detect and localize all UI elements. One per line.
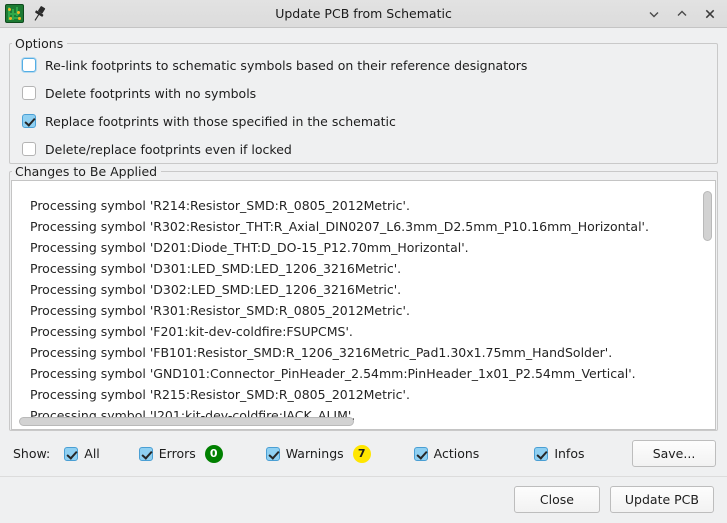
title-bar: Update PCB from Schematic <box>0 0 727 28</box>
update-pcb-dialog: Update PCB from Schematic Options Re-lin… <box>0 0 727 523</box>
option-label: Re-link footprints to schematic symbols … <box>45 57 528 73</box>
title-bar-left-icons <box>5 4 47 23</box>
options-group: Options Re-link footprints to schematic … <box>9 36 718 164</box>
log-line: Processing symbol 'R214:Resistor_SMD:R_0… <box>30 198 410 213</box>
filter-label: All <box>84 446 100 461</box>
checkbox-filter-all[interactable] <box>64 446 79 461</box>
filter-label: Actions <box>433 446 480 461</box>
changes-group-legend: Changes to Be Applied <box>15 164 158 179</box>
checkbox-replace-footprints[interactable] <box>22 114 36 128</box>
log-horizontal-scrollbar-thumb[interactable] <box>19 417 354 426</box>
log-line: Processing symbol 'D201:Diode_THT:D_DO-1… <box>30 240 469 255</box>
filter-warnings[interactable]: Warnings 7 <box>265 444 371 463</box>
update-pcb-button[interactable]: Update PCB <box>609 486 714 513</box>
changes-log-text: Processing symbol 'R214:Resistor_SMD:R_0… <box>12 181 715 426</box>
filter-bar: Show: All Errors 0 Warnings 7 Actions In… <box>9 431 718 467</box>
checkbox-filter-actions[interactable] <box>413 446 428 461</box>
option-label: Delete footprints with no symbols <box>45 85 257 101</box>
log-line: Processing symbol 'GND101:Connector_PinH… <box>30 366 636 381</box>
checkbox-delete-replace-locked[interactable] <box>22 142 36 156</box>
log-line: Processing symbol 'FB101:Resistor_SMD:R_… <box>30 345 613 360</box>
warnings-count-badge: 7 <box>352 444 371 463</box>
window-controls <box>641 2 723 26</box>
pcb-board-icon <box>5 4 24 23</box>
option-delete-footprints-no-symbols[interactable]: Delete footprints with no symbols <box>10 79 717 107</box>
option-label: Delete/replace footprints even if locked <box>45 141 292 157</box>
minimize-button[interactable] <box>641 2 667 26</box>
log-line: Processing symbol 'D301:LED_SMD:LED_1206… <box>30 261 402 276</box>
save-button[interactable]: Save... <box>632 440 716 467</box>
checkbox-filter-warnings[interactable] <box>265 446 280 461</box>
pushpin-icon[interactable] <box>31 5 47 23</box>
option-relink-footprints[interactable]: Re-link footprints to schematic symbols … <box>10 51 717 79</box>
checkbox-filter-infos[interactable] <box>534 446 549 461</box>
checkbox-filter-errors[interactable] <box>138 446 153 461</box>
log-horizontal-scrollbar[interactable] <box>19 417 693 426</box>
filter-label: Warnings <box>285 446 344 461</box>
checkbox-delete-footprints-no-symbols[interactable] <box>22 86 36 100</box>
dialog-footer: Close Update PCB <box>0 476 727 523</box>
close-button-footer[interactable]: Close <box>513 486 600 513</box>
options-group-legend: Options <box>15 36 64 51</box>
errors-count-badge: 0 <box>204 444 223 463</box>
checkbox-relink-footprints[interactable] <box>22 58 36 72</box>
log-line: Processing symbol 'R301:Resistor_SMD:R_0… <box>30 303 410 318</box>
close-button[interactable] <box>697 2 723 26</box>
maximize-button[interactable] <box>669 2 695 26</box>
option-label: Replace footprints with those specified … <box>45 113 396 129</box>
filter-actions[interactable]: Actions <box>413 446 480 461</box>
filter-errors[interactable]: Errors 0 <box>138 444 223 463</box>
window-title: Update PCB from Schematic <box>275 6 452 21</box>
option-delete-replace-locked[interactable]: Delete/replace footprints even if locked <box>10 135 717 163</box>
filter-infos[interactable]: Infos <box>534 446 585 461</box>
filter-all[interactable]: All <box>64 446 100 461</box>
option-replace-footprints[interactable]: Replace footprints with those specified … <box>10 107 717 135</box>
log-vertical-scrollbar[interactable] <box>703 183 712 427</box>
dialog-content: Options Re-link footprints to schematic … <box>0 28 727 467</box>
filter-label: Infos <box>554 446 585 461</box>
filter-label: Errors <box>158 446 196 461</box>
show-label: Show: <box>13 446 51 461</box>
changes-log-panel[interactable]: Processing symbol 'R214:Resistor_SMD:R_0… <box>11 180 716 430</box>
log-line: Processing symbol 'F201:kit-dev-coldfire… <box>30 324 353 339</box>
changes-group: Changes to Be Applied Processing symbol … <box>9 164 718 431</box>
log-line: Processing symbol 'R302:Resistor_THT:R_A… <box>30 219 649 234</box>
log-line: Processing symbol 'R215:Resistor_SMD:R_0… <box>30 387 410 402</box>
log-vertical-scrollbar-thumb[interactable] <box>703 191 712 241</box>
log-line: Processing symbol 'D302:LED_SMD:LED_1206… <box>30 282 402 297</box>
